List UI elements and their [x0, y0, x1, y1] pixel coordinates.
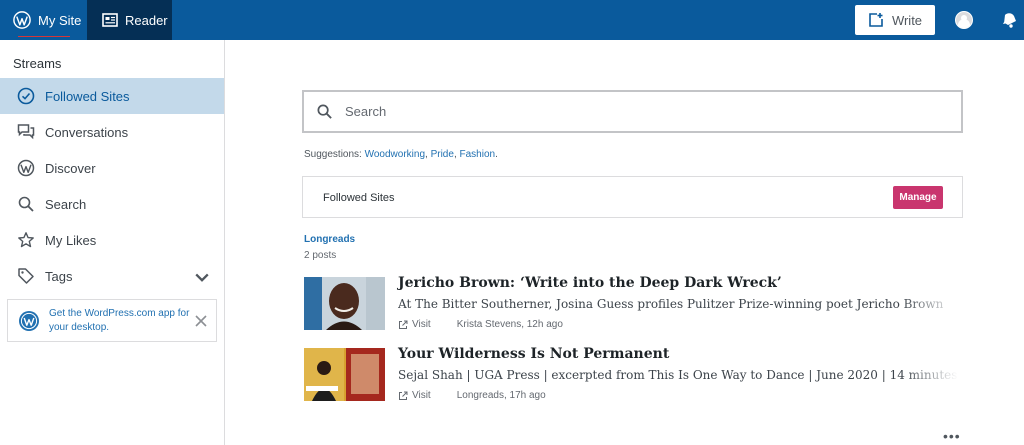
site-post-count: 2 posts — [304, 250, 337, 261]
suggestion-link[interactable]: Fashion — [460, 149, 496, 160]
close-icon[interactable] — [193, 313, 209, 329]
followed-sites-card: Followed Sites Manage — [302, 176, 963, 218]
post-thumbnail[interactable] — [304, 348, 385, 401]
search-suggestions: Suggestions: Woodworking, Pride, Fashion… — [304, 149, 498, 160]
site-name-link[interactable]: Longreads — [304, 234, 355, 245]
sidebar-item-search[interactable]: Search — [0, 186, 224, 222]
manage-button[interactable]: Manage — [893, 186, 943, 209]
sidebar-item-label: Tags — [45, 268, 73, 284]
write-label: Write — [891, 12, 923, 28]
sidebar-item-followed-sites[interactable]: Followed Sites — [0, 78, 224, 114]
my-site-underline — [18, 36, 70, 37]
my-site-label: My Site — [38, 12, 82, 28]
search-icon — [18, 196, 34, 212]
post-byline: Krista Stevens, 12h ago — [456, 319, 563, 330]
sidebar-item-tags[interactable]: Tags — [0, 258, 224, 294]
wordpress-icon — [19, 310, 39, 331]
external-link-icon — [399, 391, 408, 400]
chat-bubbles-icon — [17, 124, 35, 140]
wordpress-icon — [17, 159, 35, 177]
post-excerpt: Sejal Shah | UGA Press | excerpted from … — [398, 368, 958, 382]
chevron-down-icon[interactable] — [193, 268, 211, 286]
suggestions-prefix: Suggestions: — [304, 149, 362, 160]
desktop-app-promo[interactable]: Get the WordPress.com app for your deskt… — [7, 299, 217, 342]
sidebar-item-label: Conversations — [45, 124, 129, 140]
post-meta: Visit Longreads, 17h ago — [398, 390, 546, 401]
more-options-button[interactable]: ••• — [943, 428, 961, 444]
suggestion-link[interactable]: Pride — [431, 149, 454, 160]
sidebar: Streams Followed Sites Conversations Dis… — [0, 40, 225, 445]
suggestion-link[interactable]: Woodworking — [365, 149, 425, 160]
write-icon — [869, 13, 883, 27]
post-meta: Visit Krista Stevens, 12h ago — [398, 319, 563, 330]
sidebar-item-my-likes[interactable]: My Likes — [0, 222, 224, 258]
post-card[interactable]: Your Wilderness Is Not Permanent Sejal S… — [304, 346, 960, 408]
sidebar-item-label: Discover — [45, 160, 96, 176]
post-thumbnail[interactable] — [304, 277, 385, 330]
post-excerpt: At The Bitter Southerner, Josina Guess p… — [398, 297, 944, 311]
reader-label: Reader — [125, 12, 168, 28]
reader-search-box[interactable] — [302, 90, 963, 133]
post-title[interactable]: Your Wilderness Is Not Permanent — [398, 346, 669, 362]
check-circle-icon — [17, 87, 35, 105]
reader-icon — [102, 13, 118, 27]
search-icon — [317, 104, 332, 119]
search-input[interactable] — [345, 104, 905, 119]
reader-button[interactable]: Reader — [87, 0, 172, 40]
sidebar-item-discover[interactable]: Discover — [0, 150, 224, 186]
visit-link[interactable]: Visit — [412, 390, 431, 401]
my-site-button[interactable]: My Site — [0, 0, 87, 40]
masterbar: My Site Reader Write — [0, 0, 1024, 40]
post-byline: Longreads, 17h ago — [456, 390, 546, 401]
tag-icon — [18, 268, 34, 284]
sidebar-item-conversations[interactable]: Conversations — [0, 114, 224, 150]
visit-link[interactable]: Visit — [412, 319, 431, 330]
wordpress-logo-icon — [13, 11, 31, 29]
post-card[interactable]: Jericho Brown: ‘Write into the Deep Dark… — [304, 275, 960, 337]
star-icon — [18, 232, 34, 248]
avatar[interactable] — [955, 11, 973, 29]
sidebar-item-label: Search — [45, 196, 87, 212]
notifications-bell-icon[interactable] — [1000, 11, 1018, 29]
external-link-icon — [399, 320, 408, 329]
sidebar-item-label: My Likes — [45, 232, 97, 248]
app-promo-text[interactable]: Get the WordPress.com app for your deskt… — [49, 307, 194, 335]
streams-heading: Streams — [13, 56, 62, 71]
followed-sites-title: Followed Sites — [323, 192, 395, 204]
write-button[interactable]: Write — [855, 5, 935, 35]
sidebar-item-label: Followed Sites — [45, 88, 130, 104]
post-title[interactable]: Jericho Brown: ‘Write into the Deep Dark… — [398, 275, 782, 291]
